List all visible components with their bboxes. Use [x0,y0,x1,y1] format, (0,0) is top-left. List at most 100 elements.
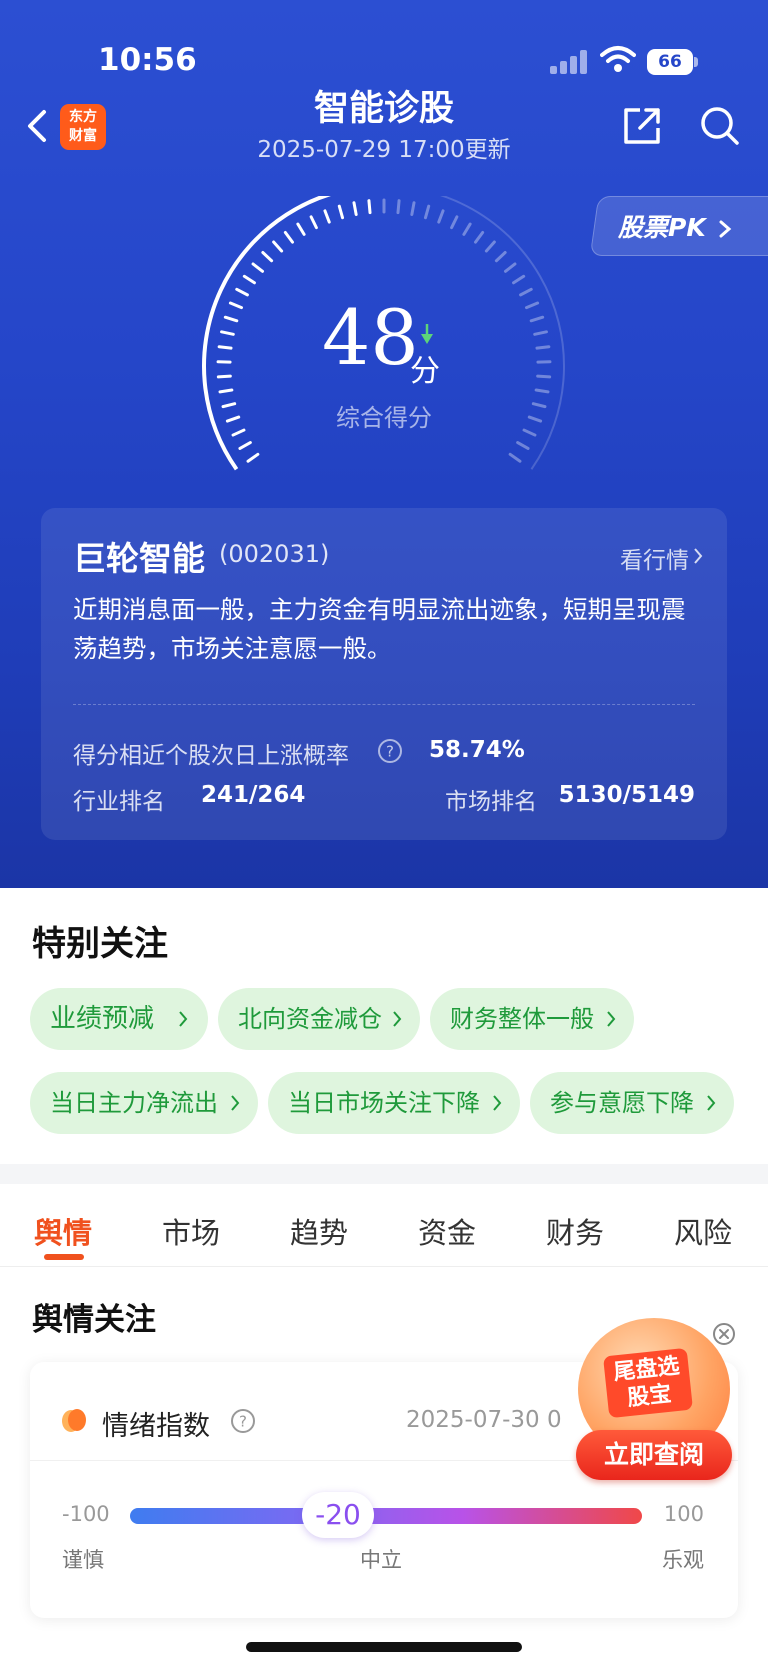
gauge-tick [223,315,239,323]
gauge-tick [508,452,522,463]
chevron-right-icon [393,1011,402,1027]
status-time: 10:56 [98,42,197,78]
gauge-tick [251,262,265,273]
rise-probability-value: 58.74% [429,737,525,763]
gauge-tick [216,374,232,379]
tab-sentiment[interactable]: 舆情 [34,1210,92,1252]
rise-probability-label: 得分相近个股次日上涨概率 [73,743,349,769]
gauge-tick [242,274,256,285]
section-title: 特别关注 [32,924,168,964]
active-tab-indicator [44,1254,84,1260]
gauge-tick [296,222,306,236]
scale-max: 100 [663,1502,704,1526]
battery-icon: 66 [647,49,699,75]
chevron-right-icon [179,1011,188,1027]
industry-rank-value: 241/264 [201,782,306,808]
gauge-tick [494,251,507,263]
gauge-tick [423,204,431,220]
help-icon[interactable]: ? [230,1408,256,1434]
gauge-tick [228,301,244,310]
gauge-tick [437,209,445,224]
chevron-right-icon [231,1095,240,1111]
view-quote-link[interactable]: 看行情 [620,541,689,575]
tag-northbound-reduce[interactable]: 北向资金减仓 [218,988,420,1050]
score-value: 48 [322,293,419,382]
svg-text:?: ? [386,743,394,761]
gauge-tick [410,201,416,217]
sentiment-title: 舆情关注 [32,1302,156,1338]
tab-capital[interactable]: 资金 [418,1210,476,1252]
diagnosis-summary: 近期消息面一般，主力资金有明显流出迹象，短期呈现震荡趋势，市场关注意愿一般。 [73,595,686,663]
gauge-tick [261,251,274,263]
gauge-tick [529,315,545,323]
scale-min: -100 [62,1502,110,1526]
promo-title: 尾盘选股宝 [602,1347,694,1419]
cellular-signal-icon [550,50,590,74]
tab-trend[interactable]: 趋势 [290,1210,348,1252]
gauge-tick [516,441,530,450]
gauge-tick [246,452,260,463]
gauge-tick [535,345,551,350]
chevron-right-icon [707,1095,716,1111]
gauge-tick [534,388,550,394]
gauge-tick [272,240,284,253]
score-caption: 综合得分 [336,404,432,432]
chevron-right-icon [607,1011,616,1027]
gauge-tick [533,330,548,336]
chevron-right-icon [719,220,732,238]
hero-panel: 10:56 66 东方 财富 智能诊股 2025-07-29 17:00更新 股票… [0,0,768,888]
tab-market[interactable]: 市场 [162,1210,220,1252]
tab-finance[interactable]: 财务 [546,1210,604,1252]
tag-market-attention-down[interactable]: 当日市场关注下降 [268,1072,520,1134]
stock-code: (002031) [219,540,330,568]
search-icon[interactable] [698,104,742,148]
stock-summary-card: 巨轮智能 (002031) 看行情 近期消息面一般，主力资金有明显流出迹象，短期… [41,508,727,840]
chevron-right-icon [493,1095,502,1111]
gauge-tick [218,388,234,394]
scale-label-optimistic: 乐观 [662,1548,704,1572]
sentiment-scale-bar [130,1508,642,1524]
trend-down-icon [421,324,433,344]
scale-label-cautious: 谨慎 [62,1548,104,1572]
battery-level: 66 [647,49,693,75]
gauge-tick [323,209,331,224]
wifi-icon [600,46,636,72]
tag-financial-average[interactable]: 财务整体一般 [430,988,634,1050]
gauge-tick [474,230,485,244]
gauge-tick [462,222,472,236]
gauge-tick [524,301,540,310]
tag-participation-down[interactable]: 参与意愿下降 [530,1072,734,1134]
promo-view-button[interactable]: 立即查阅 [576,1430,732,1480]
gauge-tick [309,215,318,230]
gauge-tick [235,287,249,297]
home-indicator [246,1642,522,1652]
gauge-tick [396,199,401,215]
gauge-tick [238,441,252,450]
gauge-tick [503,262,517,273]
gauge-tick [220,330,235,336]
stock-name: 巨轮智能 [73,539,205,578]
svg-text:?: ? [239,1413,247,1431]
tag-performance-decline[interactable]: 业绩预减 [30,988,208,1050]
gauge-tick [217,345,233,350]
close-icon[interactable] [712,1322,736,1346]
help-icon[interactable]: ? [377,738,403,764]
industry-rank-label: 行业排名 [73,789,165,815]
gauge-tick [337,204,345,220]
tab-risk[interactable]: 风险 [674,1210,732,1252]
stock-pk-label[interactable]: 股票PK [618,208,732,244]
gauge-tick [512,274,526,285]
share-icon[interactable] [620,104,664,148]
divider [73,704,695,705]
chevron-right-icon[interactable] [693,547,703,565]
gauge-tick [536,374,552,379]
divider [0,1266,768,1267]
mood-index-label: 情绪指数 [102,1411,210,1442]
tag-main-outflow[interactable]: 当日主力净流出 [30,1072,258,1134]
special-attention-section: 特别关注 业绩预减 北向资金减仓 财务整体一般 当日主力净流出 当日市场关注下降… [0,888,768,1164]
market-rank-label: 市场排名 [445,789,537,815]
gauge-tick [450,215,459,230]
gauge-tick [484,240,496,253]
gauge-tick [367,199,372,215]
sentiment-value-bubble: -20 [302,1492,374,1538]
